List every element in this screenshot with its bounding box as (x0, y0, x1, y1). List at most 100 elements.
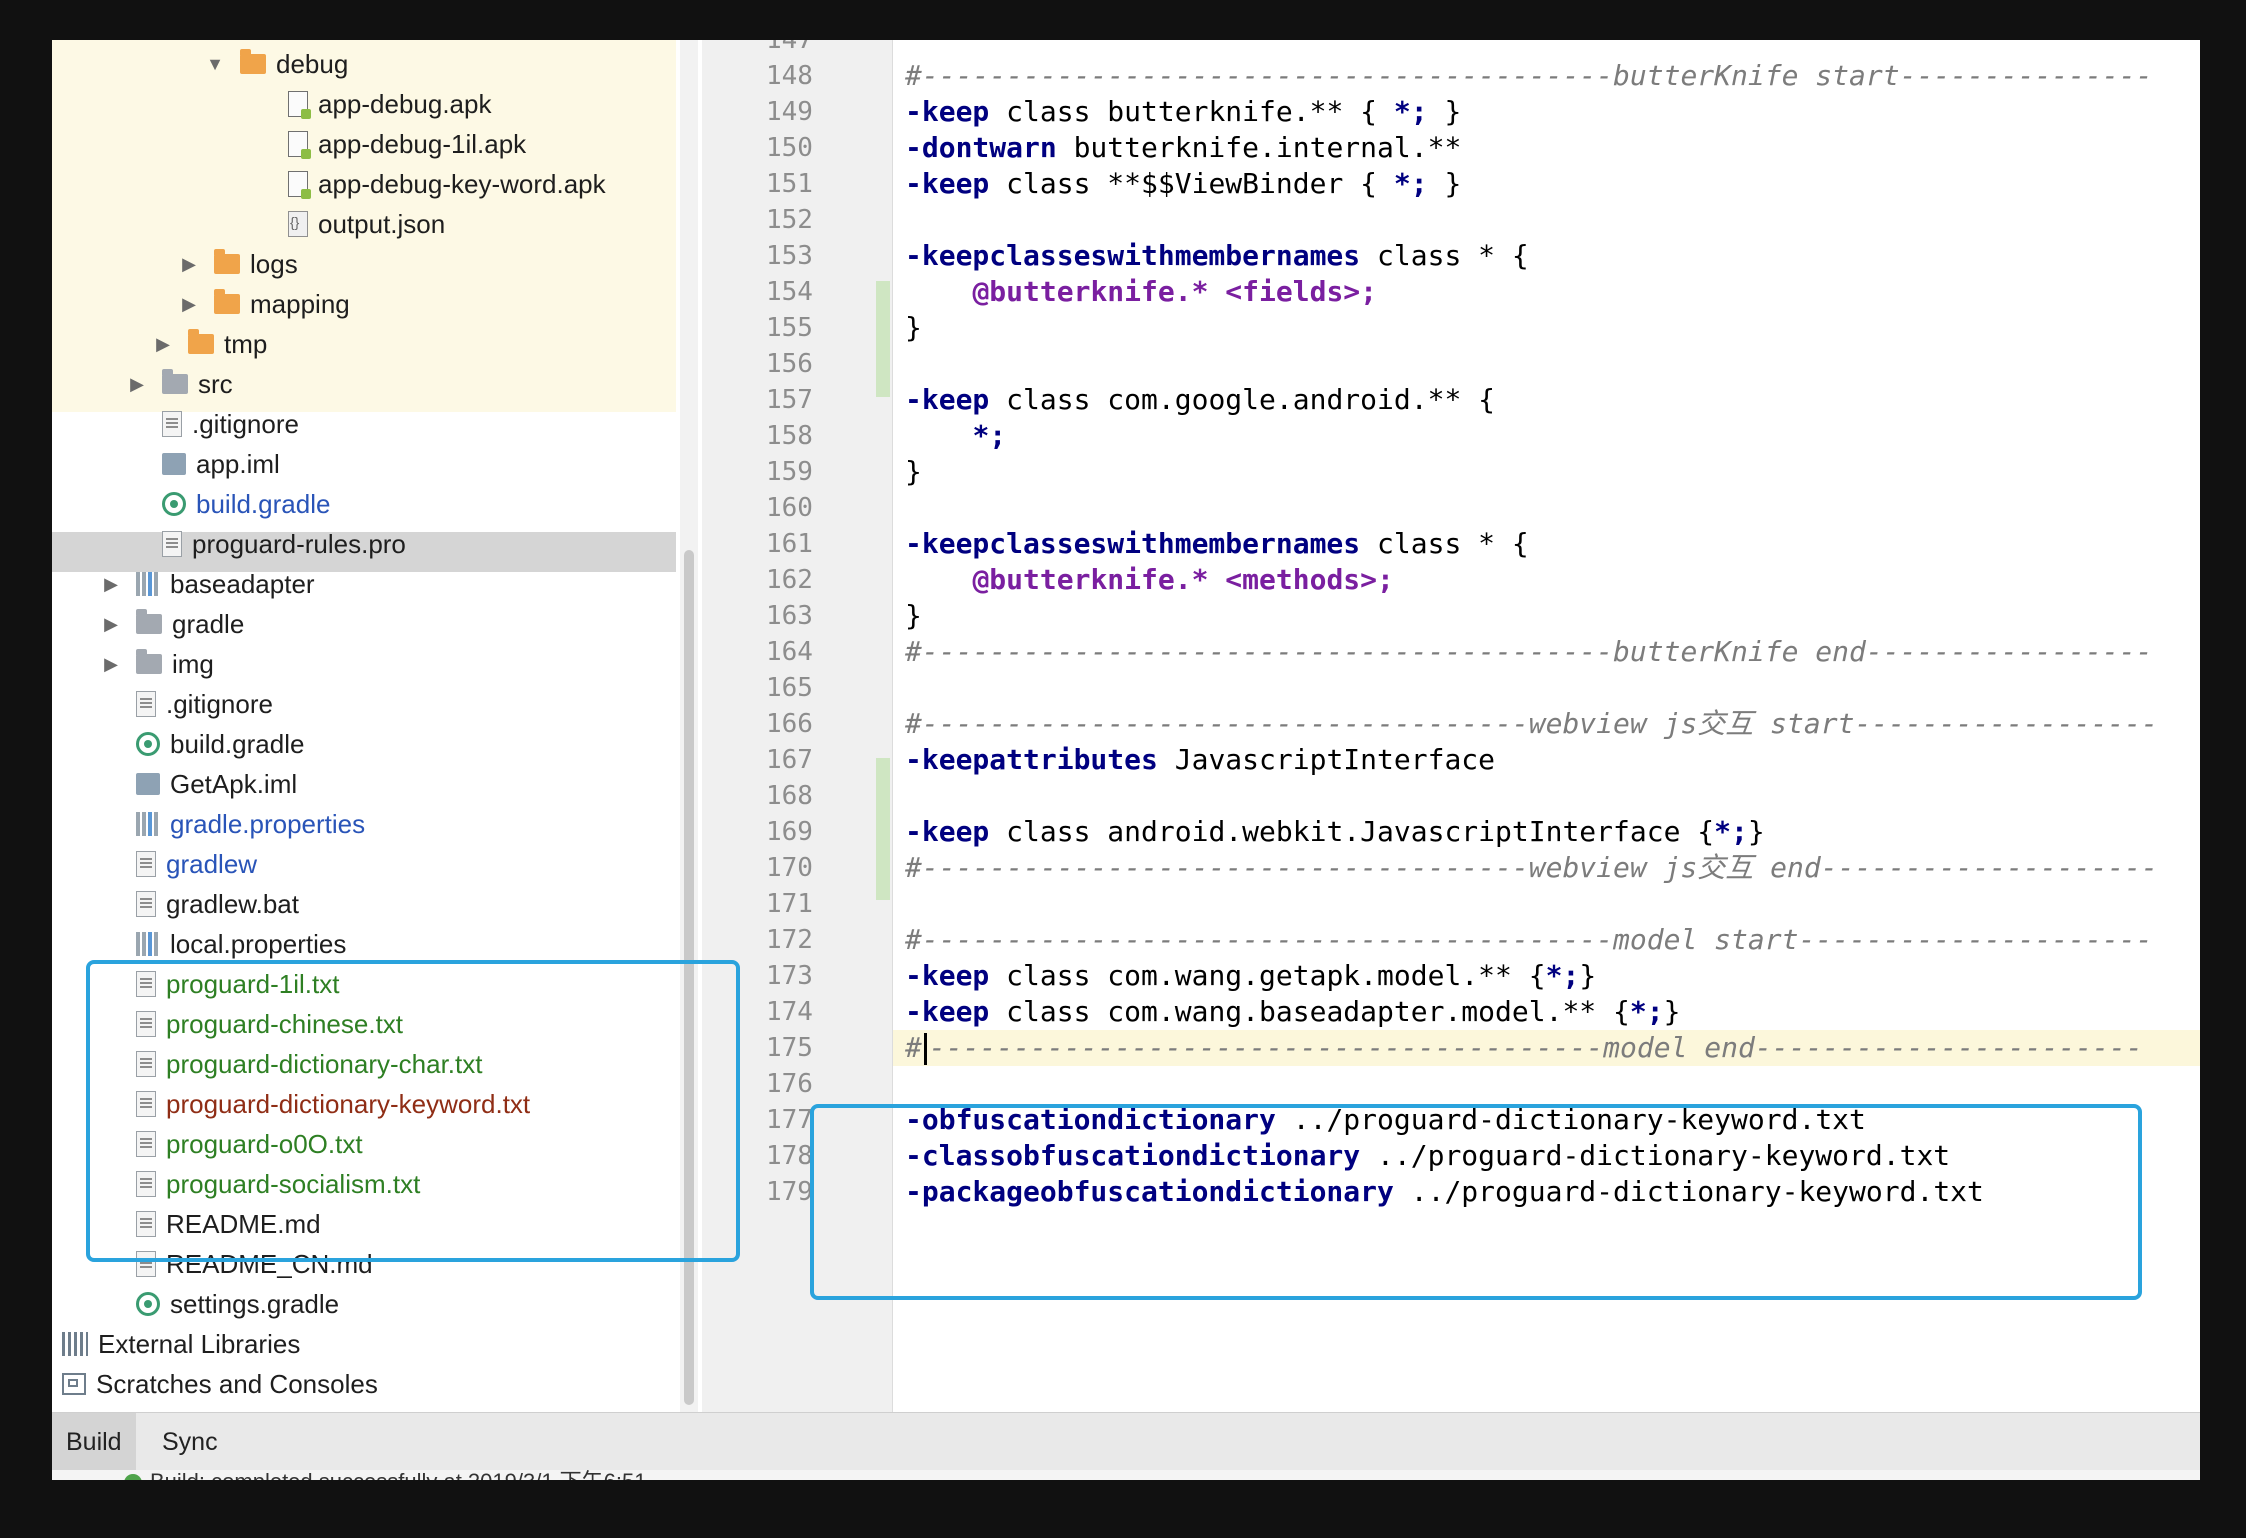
code-text: } (1663, 995, 1681, 1028)
code-line[interactable]: -keep class com.wang.baseadapter.model.*… (905, 994, 1680, 1030)
collapse-arrow-icon[interactable]: ▶ (178, 254, 200, 275)
text-file-icon (162, 411, 182, 437)
folder-icon (214, 249, 240, 274)
properties-file-icon (136, 932, 160, 956)
code-line[interactable]: #---------------------------------------… (905, 1030, 2143, 1066)
tree-node-label: Scratches and Consoles (96, 1368, 378, 1399)
code-line[interactable]: -keep class **$$ViewBinder { *; } (905, 166, 1461, 202)
collapse-arrow-icon[interactable]: ▶ (100, 654, 122, 675)
collapse-arrow-icon[interactable]: ▶ (152, 334, 174, 355)
tree-node[interactable]: ▶app-debug-key-word.apk (252, 164, 606, 204)
code-text: class butterknife.** { (989, 95, 1394, 128)
line-number: 170 (766, 853, 813, 883)
code-line[interactable]: -keepattributes JavascriptInterface (905, 742, 1495, 778)
code-line[interactable]: } (905, 598, 922, 634)
expand-arrow-icon[interactable]: ▼ (204, 54, 226, 75)
collapse-arrow-icon[interactable]: ▶ (178, 294, 200, 315)
code-line[interactable]: @butterknife.* <methods>; (905, 562, 1393, 598)
line-number: 147 (766, 40, 813, 55)
tree-node[interactable]: ▶Scratches and Consoles (62, 1364, 378, 1404)
collapse-arrow-icon[interactable]: ▶ (126, 374, 148, 395)
tree-node[interactable]: ▶app-debug-1il.apk (252, 124, 526, 164)
code-line[interactable]: -keepclasseswithmembernames class * { (905, 238, 1529, 274)
tree-node[interactable]: ▶GetApk.iml (100, 764, 297, 804)
code-line[interactable]: #---------------------------------------… (905, 922, 2152, 958)
line-number: 153 (766, 241, 813, 271)
tree-node[interactable]: ▼ debug (204, 44, 348, 84)
code-annotation: @butterknife.* <fields>; (972, 275, 1378, 308)
code-line[interactable]: -keep class com.wang.getapk.model.** {*;… (905, 958, 1596, 994)
code-keyword: -keep (905, 959, 990, 992)
code-line[interactable]: -dontwarn butterknife.internal.** (905, 130, 1461, 166)
line-number: 168 (766, 781, 813, 811)
tab-sync[interactable]: Sync (148, 1413, 232, 1471)
code-keyword: -keepclasseswithmembernames (905, 527, 1361, 560)
tree-node[interactable]: ▶build.gradle (126, 484, 330, 524)
tree-node[interactable]: ▶gradlew.bat (100, 884, 299, 924)
tree-node[interactable]: ▶gradle.properties (100, 804, 365, 844)
text-file-icon (136, 851, 156, 877)
tree-node[interactable]: ▶ src (126, 364, 233, 404)
tree-node[interactable]: ▶output.json (252, 204, 445, 244)
tree-node[interactable]: ▶proguard-rules.pro (126, 524, 406, 564)
code-comment: #---------------------------------------… (905, 923, 2153, 956)
code-line[interactable]: #---------------------------------------… (905, 58, 2152, 94)
line-number: 157 (766, 385, 813, 415)
code-line[interactable]: #------------------------------------web… (905, 706, 2158, 742)
vcs-change-marker[interactable] (876, 758, 890, 900)
code-line[interactable]: #---------------------------------------… (905, 634, 2152, 670)
tree-node[interactable]: ▶ gradle (100, 604, 244, 644)
code-line[interactable]: #------------------------------------web… (905, 850, 2158, 886)
text-file-icon (136, 891, 156, 917)
tree-node[interactable]: ▶settings.gradle (100, 1284, 339, 1324)
line-number: 149 (766, 97, 813, 127)
tree-node[interactable]: ▶gradlew (100, 844, 257, 884)
tree-node[interactable]: ▶app.iml (126, 444, 280, 484)
collapse-arrow-icon[interactable]: ▶ (100, 614, 122, 635)
tree-node-label: img (172, 648, 214, 679)
tree-node[interactable]: ▶ img (100, 644, 214, 684)
code-comment: # (905, 1031, 922, 1064)
build-status-text: Build: completed successfully at 2019/3/… (150, 1470, 647, 1480)
line-number: 155 (766, 313, 813, 343)
tree-node[interactable]: ▶app-debug.apk (252, 84, 491, 124)
code-line[interactable]: -keep class android.webkit.JavascriptInt… (905, 814, 1765, 850)
code-line[interactable]: -keep class butterknife.** { *; } (905, 94, 1461, 130)
tree-node-label: app-debug.apk (318, 88, 492, 119)
line-number: 175 (766, 1033, 813, 1063)
vcs-change-marker[interactable] (876, 281, 890, 397)
tree-node[interactable]: ▶.gitignore (126, 404, 299, 444)
tree-node[interactable]: ▶ baseadapter (100, 564, 314, 604)
tree-node-label: tmp (224, 328, 268, 359)
tree-node-label: output.json (318, 208, 446, 239)
apk-file-icon (288, 131, 311, 159)
tree-node[interactable]: ▶External Libraries (62, 1324, 300, 1364)
code-line[interactable]: @butterknife.* <fields>; (905, 274, 1377, 310)
tree-node[interactable]: ▶ logs (178, 244, 298, 284)
code-text: } (905, 599, 922, 632)
folder-icon (240, 49, 266, 74)
tree-node[interactable]: ▶.gitignore (100, 684, 273, 724)
code-comment: #---------------------------------------… (905, 635, 2153, 668)
collapse-arrow-icon[interactable]: ▶ (100, 574, 122, 595)
code-line[interactable]: } (905, 454, 922, 490)
tree-node[interactable]: ▶local.properties (100, 924, 346, 964)
text-file-icon (162, 531, 182, 557)
highlight-box-dictionary-files (86, 960, 740, 1262)
code-line[interactable]: -keep class com.google.android.** { (905, 382, 1495, 418)
tree-node[interactable]: ▶ tmp (152, 324, 267, 364)
module-folder-icon (136, 572, 160, 596)
code-text: class com.google.android.** { (989, 383, 1496, 416)
tab-build[interactable]: Build (52, 1413, 136, 1471)
code-line[interactable]: -keepclasseswithmembernames class * { (905, 526, 1529, 562)
tree-node[interactable]: ▶ mapping (178, 284, 350, 324)
code-text: } (1747, 815, 1765, 848)
tree-node[interactable]: ▶build.gradle (100, 724, 304, 764)
code-line[interactable]: } (905, 310, 922, 346)
bottom-tool-window-bar: Build Sync (52, 1412, 2200, 1471)
line-number: 179 (766, 1177, 813, 1207)
code-line[interactable]: *; (905, 418, 1006, 454)
folder-icon (214, 289, 240, 314)
